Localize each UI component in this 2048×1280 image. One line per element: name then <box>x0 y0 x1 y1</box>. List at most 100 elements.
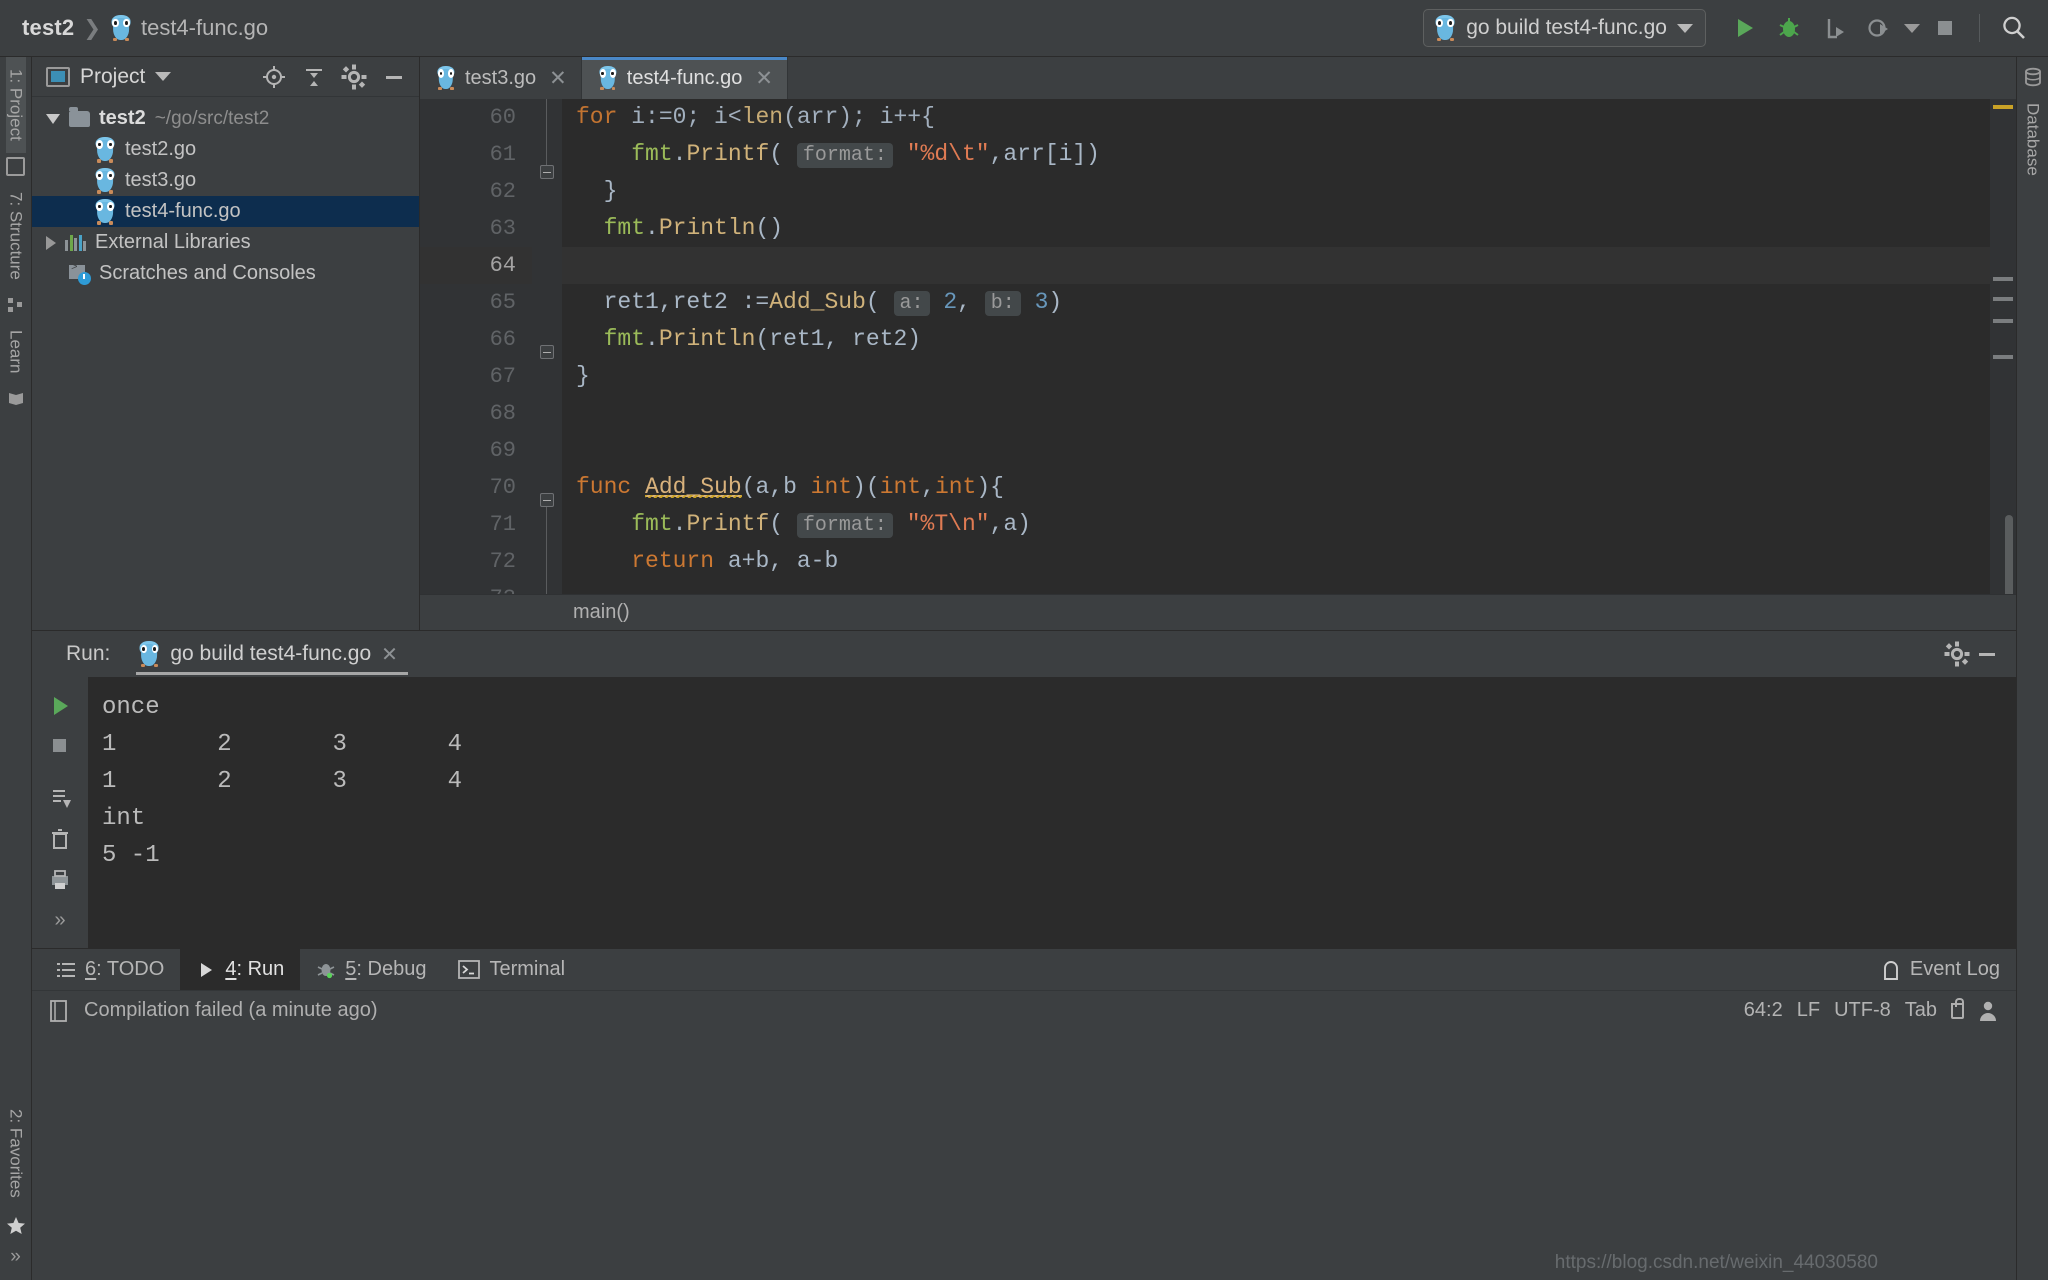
folder-icon <box>69 106 90 127</box>
sidebar-item-database[interactable]: Database <box>2023 91 2043 188</box>
run-hide-button[interactable] <box>1972 639 2002 669</box>
code-line-62: } <box>576 173 1990 210</box>
tool-window-name: TODO <box>106 958 165 980</box>
code-comma: , <box>957 289 971 315</box>
tab-test4-func[interactable]: test4-func.go ✕ <box>581 57 789 99</box>
editor-scrollbar-thumb[interactable] <box>2005 515 2013 594</box>
run-settings-button[interactable] <box>1942 639 1972 669</box>
rerun-button[interactable] <box>43 689 77 723</box>
event-log-button[interactable]: Event Log <box>1865 949 2016 990</box>
code-line-66: fmt.Println(ret1, ret2) <box>576 321 1990 358</box>
change-marker[interactable] <box>1993 319 2013 323</box>
clear-all-button[interactable] <box>43 823 77 857</box>
fold-collapse-icon[interactable] <box>540 493 554 507</box>
tool-window-terminal[interactable]: Terminal <box>442 949 581 990</box>
lock-icon[interactable] <box>1951 997 1964 1019</box>
code-keyword: for <box>576 104 618 130</box>
gear-icon <box>341 64 367 89</box>
collapse-all-button[interactable] <box>299 62 329 92</box>
code-func-call: Add_Sub <box>769 289 866 315</box>
tree-row-selected[interactable]: test4-func.go <box>32 196 419 227</box>
breadcrumb-file[interactable]: test4-func.go <box>141 15 268 41</box>
event-log-icon <box>1883 960 1898 980</box>
debug-button[interactable] <box>1769 8 1809 48</box>
close-icon[interactable]: ✕ <box>381 642 398 667</box>
run-with-coverage-button[interactable] <box>1814 8 1854 48</box>
search-everywhere-button[interactable] <box>1994 8 2034 48</box>
close-icon[interactable]: ✕ <box>549 66 567 91</box>
project-settings-button[interactable] <box>339 62 369 92</box>
editor-area: test3.go ✕ test4-func.go ✕ 60 61 62 63 6… <box>420 57 2016 630</box>
breadcrumb-project[interactable]: test2 <box>22 15 74 41</box>
tree-row[interactable]: test3.go <box>32 165 419 196</box>
search-icon <box>2003 16 2025 39</box>
code-text[interactable]: for i:=0; i<len(arr); i++{ fmt.Printf( f… <box>562 99 1990 594</box>
tool-window-debug[interactable]: 5: Debug <box>300 949 442 990</box>
change-marker[interactable] <box>1993 297 2013 301</box>
chevron-right-icon[interactable] <box>46 235 56 250</box>
tool-window-run[interactable]: 4: Run <box>180 949 301 990</box>
code-line-63: fmt.Println() <box>576 210 1990 247</box>
tree-row[interactable]: External Libraries <box>32 227 419 258</box>
tree-row[interactable]: test2 ~/go/src/test2 <box>32 103 419 134</box>
code-line-71: fmt.Printf( format: "%T\n",a) <box>576 506 1990 543</box>
line-number: 68 <box>489 401 516 426</box>
user-icon[interactable] <box>1978 1000 1998 1022</box>
print-button[interactable] <box>43 863 77 897</box>
code-params: ){ <box>976 474 1004 500</box>
warning-marker[interactable] <box>1993 105 2013 109</box>
run-console-output[interactable]: once 1 2 3 4 1 2 3 4 int 5 -1 <box>88 677 2016 948</box>
code-comma: , <box>921 474 935 500</box>
file-encoding[interactable]: UTF-8 <box>1834 999 1891 1022</box>
more-actions-button[interactable]: » <box>43 903 77 937</box>
change-marker[interactable] <box>1993 355 2013 359</box>
rail-favorites-icon-slot <box>6 1210 26 1246</box>
tool-window-name: Terminal <box>489 958 566 980</box>
rail-more-slot[interactable]: » <box>10 1246 21 1280</box>
debug-icon <box>317 963 335 978</box>
project-view-chevron-down-icon[interactable] <box>155 72 172 81</box>
code-brace: } <box>576 363 590 389</box>
editor-marker-bar[interactable] <box>1990 99 2016 594</box>
tree-row[interactable]: test2.go <box>32 134 419 165</box>
tree-detail: ~/go/src/test2 <box>154 107 270 129</box>
run-button[interactable] <box>1724 8 1764 48</box>
close-icon[interactable]: ✕ <box>755 66 773 91</box>
fold-collapse-icon[interactable] <box>540 165 554 179</box>
sidebar-item-learn[interactable]: Learn <box>6 318 26 385</box>
caret-position[interactable]: 64:2 <box>1744 999 1783 1022</box>
tool-window-todo[interactable]: 6: TODO <box>40 949 180 990</box>
sidebar-item-structure[interactable]: 7: Structure <box>6 180 26 292</box>
fold-collapse-icon[interactable] <box>540 345 554 359</box>
profile-button[interactable] <box>1859 8 1899 48</box>
tree-row[interactable]: Scratches and Consoles <box>32 258 419 289</box>
code-folding-gutter[interactable] <box>532 99 562 594</box>
run-session-tab[interactable]: go build test4-func.go ✕ <box>132 634 412 675</box>
run-configuration-selector[interactable]: go build test4-func.go <box>1423 9 1706 47</box>
locate-file-button[interactable] <box>259 62 289 92</box>
change-marker[interactable] <box>1993 277 2013 281</box>
indent-setting[interactable]: Tab <box>1905 999 1937 1022</box>
profile-dropdown-icon[interactable] <box>1904 23 1920 33</box>
scroll-to-end-button[interactable] <box>43 783 77 817</box>
chevron-down-icon[interactable] <box>46 113 60 124</box>
ide-window: test2 ❯ test4-func.go go build test4-fun… <box>0 0 2048 1280</box>
code-params: (a,b <box>741 474 811 500</box>
hide-panel-button[interactable] <box>379 62 409 92</box>
sidebar-item-project[interactable]: 1: Project <box>5 57 26 153</box>
status-message[interactable]: Compilation failed (a minute ago) <box>84 999 378 1022</box>
sidebar-item-favorites[interactable]: 2: Favorites <box>6 1097 26 1210</box>
tool-window-bar-spacer <box>581 949 1865 990</box>
tree-label: test4-func.go <box>125 200 241 222</box>
stop-button[interactable] <box>1925 8 1965 48</box>
editor-breadcrumb[interactable]: main() <box>420 594 2016 630</box>
stop-process-button[interactable] <box>43 729 77 763</box>
terminal-icon <box>458 960 481 979</box>
tab-test3[interactable]: test3.go ✕ <box>420 57 582 99</box>
code-func: Println <box>658 326 756 352</box>
scroll-to-end-icon <box>53 790 71 808</box>
run-tool-window: Run: go build test4-func.go ✕ » once 1 2… <box>32 630 2016 948</box>
code-editor[interactable]: 60 61 62 63 64 65 66 67 68 69 70 71 72 f… <box>420 99 2016 594</box>
line-separator[interactable]: LF <box>1797 999 1820 1022</box>
